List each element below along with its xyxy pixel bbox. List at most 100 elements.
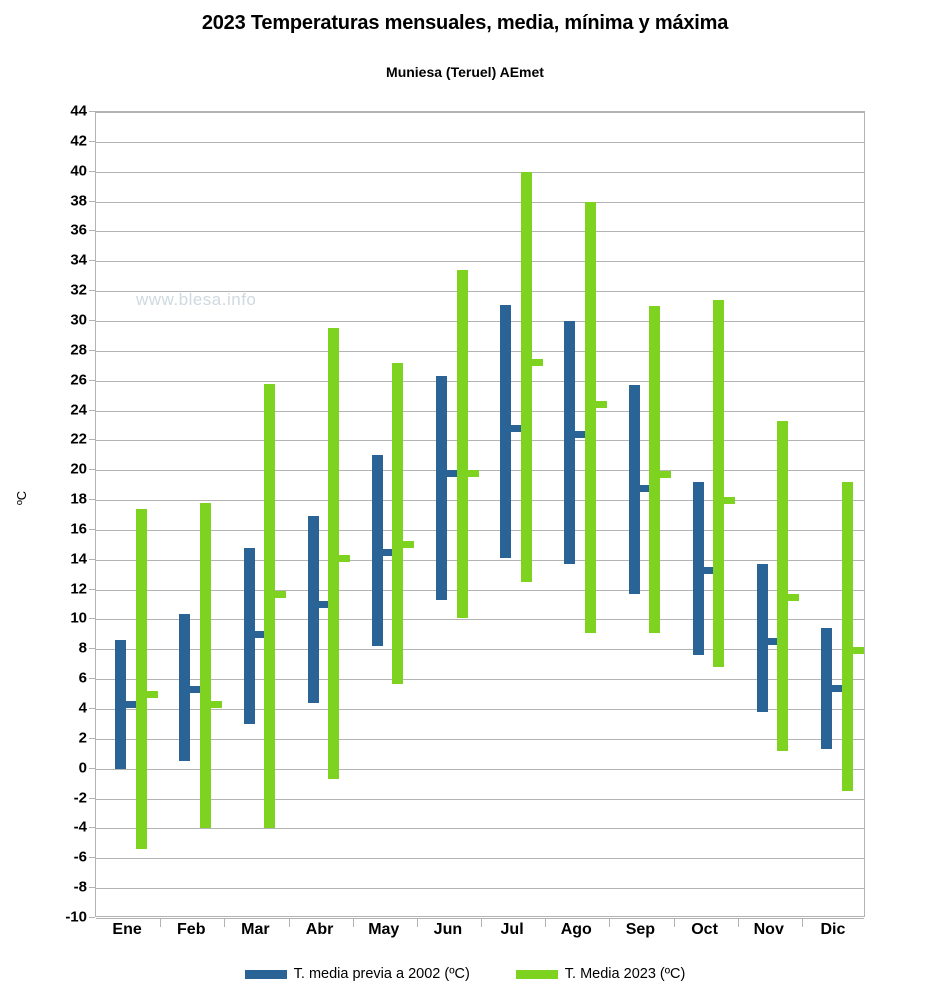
y-axis-tick-mark (89, 409, 95, 411)
range-bar (500, 304, 512, 559)
gridline (96, 320, 864, 322)
y-axis-tick-label: 18 (70, 490, 87, 508)
y-axis-tick-mark (89, 290, 95, 292)
y-axis-tick-mark (89, 379, 95, 381)
range-bar (649, 306, 661, 633)
y-axis-tick-label: 40 (70, 162, 87, 180)
y-axis-tick-mark (89, 857, 95, 859)
gridline (96, 380, 864, 382)
y-axis-tick-mark (89, 349, 95, 351)
y-axis-tick-label: 28 (70, 341, 87, 359)
y-axis-tick-mark (89, 528, 95, 530)
y-axis-tick-mark (89, 737, 95, 739)
x-axis-month-label: Ene (112, 921, 142, 938)
x-axis-month-label: Dic (820, 921, 846, 938)
legend-label: T. Media 2023 (ºC) (564, 966, 686, 982)
y-axis-tick-mark (89, 111, 95, 112)
mean-marker (210, 701, 222, 709)
legend-swatch-icon (515, 969, 558, 979)
range-bar (371, 455, 383, 647)
y-axis-tick-mark (89, 827, 95, 829)
gridline (96, 500, 864, 502)
mean-marker (660, 471, 672, 479)
mean-marker (595, 401, 607, 409)
gridline (96, 171, 864, 173)
x-axis-month-label: May (368, 921, 400, 938)
range-bar (692, 482, 704, 655)
range-bar (713, 300, 725, 668)
gridline (96, 559, 864, 561)
y-axis-tick-label: -6 (73, 848, 87, 866)
range-bar (135, 509, 147, 850)
range-bar (520, 171, 532, 583)
y-axis-tick-label: 32 (70, 281, 87, 299)
y-axis-tick-mark (89, 140, 95, 142)
legend-swatch-icon (244, 969, 287, 979)
gridline (96, 828, 864, 830)
y-axis-tick-label: 14 (70, 550, 87, 568)
legend-item[interactable]: T. media previa a 2002 (ºC) (244, 966, 470, 982)
gridline (96, 201, 864, 203)
y-axis-tick-mark (89, 588, 95, 590)
gridline (96, 261, 864, 263)
x-axis-month-label: Ago (560, 921, 592, 938)
range-bar (392, 362, 404, 684)
y-axis-tick-mark (89, 319, 95, 321)
plot-area: www.blesa.info (95, 111, 865, 927)
y-axis-tick-label: 0 (78, 759, 87, 777)
y-axis-tick-mark (89, 200, 95, 202)
y-axis-tick-label: -4 (73, 818, 87, 836)
range-bar (179, 613, 191, 761)
y-axis-tick-label: 36 (70, 221, 87, 239)
watermark: www.blesa.info (136, 290, 257, 309)
range-bar (264, 383, 276, 829)
y-axis-tick-mark (89, 499, 95, 501)
y-axis-tick-label: -10 (65, 908, 87, 926)
x-axis-month-label: Oct (691, 921, 718, 938)
y-axis-tick-mark (89, 887, 95, 889)
legend-item[interactable]: T. Media 2023 (ºC) (515, 966, 686, 982)
range-bar (115, 640, 127, 769)
gridline (96, 410, 864, 412)
y-axis-tick-label: 4 (78, 699, 87, 717)
x-axis-month-label: Jun (433, 921, 463, 938)
y-axis-tick-mark (89, 648, 95, 650)
x-axis-month-label: Abr (305, 921, 334, 938)
y-axis-tick-label: 16 (70, 520, 87, 538)
range-bar (821, 627, 833, 749)
mean-marker (788, 593, 800, 601)
y-axis-tick-mark (89, 170, 95, 172)
range-bar (307, 516, 319, 704)
gridline (96, 649, 864, 651)
range-bar (564, 320, 576, 565)
y-axis-tick-label: 8 (78, 639, 87, 657)
y-axis-tick-mark (89, 678, 95, 680)
gridline (96, 470, 864, 472)
gridline (96, 768, 864, 770)
y-axis-tick-label: 10 (70, 609, 87, 627)
gridline (96, 738, 864, 740)
gridline (96, 350, 864, 352)
range-bar (628, 385, 640, 595)
mean-marker (275, 590, 287, 598)
mean-marker (467, 469, 479, 477)
gridline (96, 858, 864, 860)
gridline (96, 291, 864, 293)
y-axis-tick-mark (89, 439, 95, 441)
x-axis-month-label: Feb (177, 921, 206, 938)
range-bar (584, 201, 596, 633)
y-axis-tick-label: 38 (70, 192, 87, 210)
y-axis-tick-label: 44 (70, 102, 87, 120)
y-axis-tick-mark (89, 469, 95, 471)
gridline (96, 619, 864, 621)
y-axis-tick-label: 2 (78, 729, 87, 747)
y-axis-tick-label: -8 (73, 878, 87, 896)
y-axis-tick-label: 22 (70, 430, 87, 448)
gridline (96, 231, 864, 233)
range-bar (841, 482, 853, 792)
legend-label: T. media previa a 2002 (ºC) (293, 966, 470, 982)
y-axis-tick-label: 30 (70, 311, 87, 329)
mean-marker (339, 554, 351, 562)
range-bar (456, 270, 468, 618)
y-axis-tick-mark (89, 917, 95, 918)
